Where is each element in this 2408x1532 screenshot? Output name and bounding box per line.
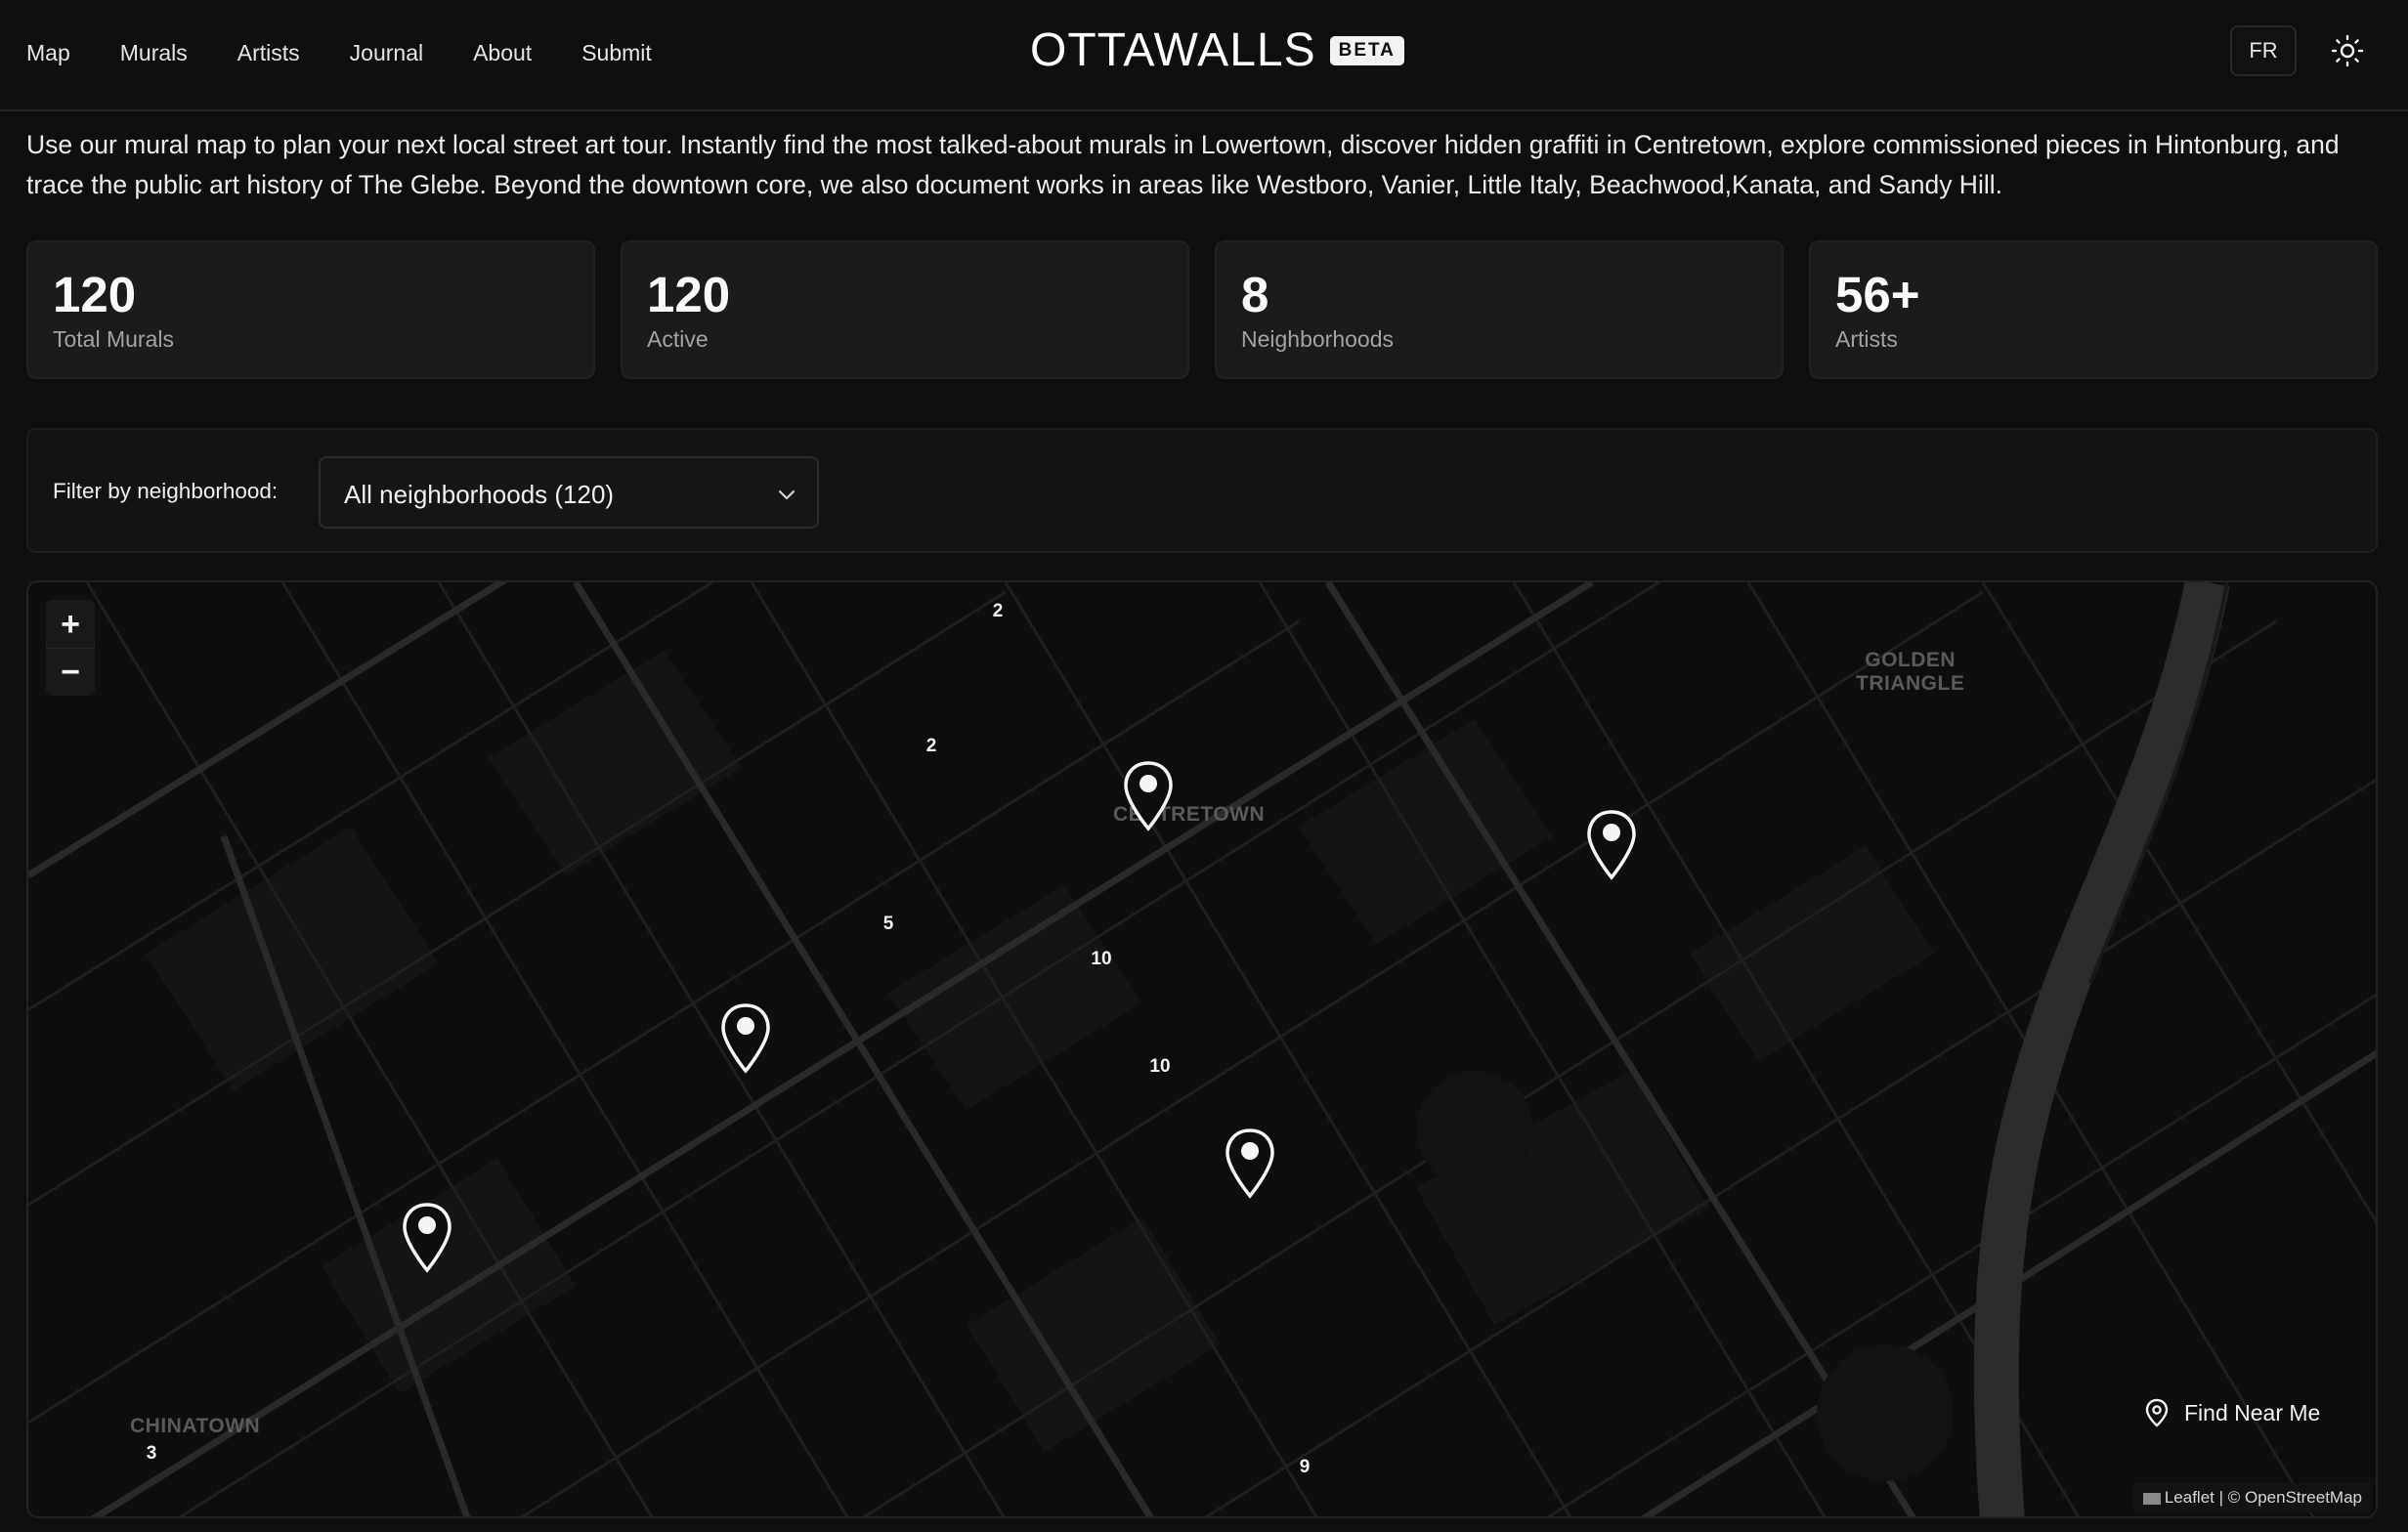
nav-journal[interactable]: Journal — [350, 35, 423, 70]
stat-label: Total Murals — [53, 326, 174, 352]
stat-value: 120 — [647, 267, 731, 322]
site-header: Map Murals Artists Journal About Submit … — [0, 0, 2408, 111]
chevron-down-icon — [778, 489, 796, 500]
mural-map[interactable]: + − CENTRETOWN GOLDEN TRIANGLE CHINATOWN… — [26, 580, 2378, 1518]
map-cluster[interactable]: 3 — [147, 1443, 157, 1465]
zoom-in-button[interactable]: + — [46, 600, 95, 648]
area-label-line: GOLDEN — [1865, 649, 1956, 671]
neighborhood-select[interactable]: All neighborhoods (120) — [319, 456, 819, 529]
zoom-control: + − — [46, 600, 95, 696]
stat-value: 120 — [53, 267, 137, 322]
map-cluster[interactable]: 5 — [883, 914, 894, 935]
filter-label: Filter by neighborhood: — [53, 479, 279, 503]
theme-toggle-button[interactable] — [2326, 29, 2369, 72]
map-area-label-chinatown: CHINATOWN — [130, 1415, 261, 1437]
stat-card-total-murals: 120 Total Murals — [26, 240, 595, 379]
find-near-me-label: Find Near Me — [2184, 1399, 2321, 1426]
map-attribution[interactable]: Leaflet | © OpenStreetMap — [2132, 1483, 2372, 1512]
brand-logo[interactable]: OTTAWALLS BETA — [1030, 23, 1404, 78]
brand-name: OTTAWALLS — [1030, 24, 1316, 76]
find-near-me-button[interactable]: Find Near Me — [2143, 1389, 2320, 1436]
map-cluster[interactable]: 10 — [1149, 1056, 1170, 1078]
map-cluster[interactable]: 2 — [926, 736, 937, 757]
map-cluster[interactable]: 10 — [1091, 949, 1111, 970]
flag-icon — [2142, 1492, 2161, 1505]
main-nav: Map Murals Artists Journal About Submit — [26, 35, 702, 70]
intro-paragraph: Use our mural map to plan your next loca… — [26, 130, 2340, 199]
stat-label: Active — [647, 326, 709, 352]
map-cluster[interactable]: 2 — [993, 601, 1004, 622]
stat-card-active: 120 Active — [621, 240, 1189, 379]
stat-value: 8 — [1241, 267, 1269, 322]
nav-submit[interactable]: Submit — [581, 35, 652, 70]
stat-value: 56+ — [1835, 267, 1920, 322]
area-label-line: TRIANGLE — [1856, 672, 1965, 695]
map-area-label-golden-triangle: GOLDEN TRIANGLE — [1856, 649, 1964, 696]
stat-card-neighborhoods: 8 Neighborhoods — [1215, 240, 1784, 379]
nav-murals[interactable]: Murals — [120, 35, 188, 70]
select-value: All neighborhoods (120) — [344, 480, 615, 509]
sun-icon — [2331, 34, 2364, 67]
map-cluster[interactable]: 9 — [1300, 1457, 1311, 1478]
map-pin-icon[interactable] — [719, 1002, 772, 1077]
stat-card-artists: 56+ Artists — [1809, 240, 2378, 379]
stat-label: Neighborhoods — [1241, 326, 1395, 352]
stat-label: Artists — [1835, 326, 1898, 352]
map-pin-icon[interactable] — [401, 1202, 453, 1276]
nav-artists[interactable]: Artists — [237, 35, 300, 70]
map-pin-icon[interactable] — [1224, 1128, 1276, 1202]
map-pin-icon[interactable] — [1122, 760, 1175, 834]
nav-map[interactable]: Map — [26, 35, 70, 70]
neighborhood-filter-panel: Filter by neighborhood: All neighborhood… — [26, 428, 2378, 553]
zoom-out-button[interactable]: − — [46, 648, 95, 696]
language-toggle-button[interactable]: FR — [2230, 25, 2297, 76]
map-pin-icon[interactable] — [1585, 809, 1638, 883]
nav-about[interactable]: About — [473, 35, 532, 70]
location-pin-icon — [2145, 1398, 2169, 1427]
attribution-text: Leaflet | © OpenStreetMap — [2164, 1488, 2362, 1507]
beta-badge: BETA — [1329, 36, 1404, 65]
map-tiles[interactable] — [28, 582, 2378, 1518]
